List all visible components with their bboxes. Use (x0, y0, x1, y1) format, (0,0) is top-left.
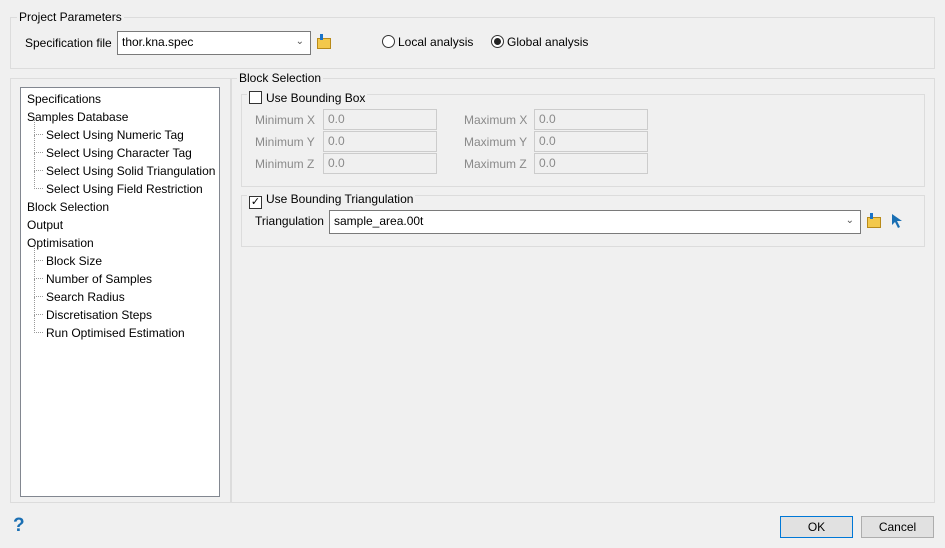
chevron-down-icon: ⌄ (845, 215, 854, 226)
tree-item[interactable]: Select Using Numeric Tag (46, 126, 184, 144)
tree-connector (34, 279, 43, 297)
max-z-input[interactable]: 0.0 (534, 153, 648, 174)
cancel-button[interactable]: Cancel (861, 516, 934, 538)
help-icon[interactable]: ? (13, 515, 25, 537)
tree-connector (34, 315, 43, 333)
tree-item[interactable]: Block Selection (27, 198, 109, 216)
triangulation-combo[interactable]: sample_area.00t ⌄ (329, 210, 861, 234)
browse-folder-icon[interactable] (317, 34, 331, 52)
tree-item[interactable]: Specifications (27, 90, 101, 108)
spec-file-label: Specification file (25, 36, 112, 50)
ok-button[interactable]: OK (780, 516, 853, 538)
chevron-down-icon: ⌄ (295, 36, 304, 47)
max-y-label: Maximum Y (464, 135, 528, 149)
use-bounding-box-label: Use Bounding Box (266, 91, 366, 105)
max-z-label: Maximum Z (464, 157, 527, 171)
min-z-input[interactable]: 0.0 (323, 153, 437, 174)
use-bounding-box-checkbox[interactable]: Use Bounding Box (247, 91, 368, 105)
triangulation-label: Triangulation (255, 214, 324, 228)
tree-item[interactable]: Search Radius (46, 288, 125, 306)
max-x-input[interactable]: 0.0 (534, 109, 648, 130)
tree-item[interactable]: Select Using Field Restriction (46, 180, 203, 198)
min-x-label: Minimum X (255, 113, 316, 127)
use-bounding-triangulation-label: Use Bounding Triangulation (266, 192, 414, 206)
global-analysis-label: Global analysis (507, 35, 589, 49)
tree-connector (34, 171, 43, 189)
tree-connector (34, 117, 43, 135)
max-x-label: Maximum X (464, 113, 528, 127)
local-analysis-label: Local analysis (398, 35, 474, 49)
tree-item[interactable]: Number of Samples (46, 270, 152, 288)
tree-connector (34, 243, 43, 261)
tree-connector (34, 261, 43, 279)
pick-pointer-icon[interactable] (891, 213, 905, 232)
navigation-tree[interactable]: Specifications Samples Database Select Usi… (20, 87, 220, 497)
tree-item[interactable]: Run Optimised Estimation (46, 324, 185, 342)
browse-folder-icon[interactable] (867, 213, 881, 231)
min-y-input[interactable]: 0.0 (323, 131, 437, 152)
tree-item[interactable]: Discretisation Steps (46, 306, 152, 324)
block-selection-legend: Block Selection (237, 71, 324, 85)
tree-item[interactable]: Select Using Solid Triangulation (46, 162, 215, 180)
tree-connector (34, 297, 43, 315)
use-bounding-triangulation-checkbox[interactable]: ✓ Use Bounding Triangulation (247, 192, 416, 209)
spec-file-value: thor.kna.spec (122, 35, 194, 49)
triangulation-value: sample_area.00t (334, 214, 424, 228)
min-z-label: Minimum Z (255, 157, 315, 171)
project-parameters-legend: Project Parameters (17, 10, 124, 24)
tree-item[interactable]: Output (27, 216, 63, 234)
min-x-input[interactable]: 0.0 (323, 109, 437, 130)
spec-file-combo[interactable]: thor.kna.spec ⌄ (117, 31, 311, 55)
local-analysis-radio[interactable]: Local analysis (382, 35, 473, 49)
min-y-label: Minimum Y (255, 135, 315, 149)
global-analysis-radio[interactable]: Global analysis (491, 35, 588, 49)
tree-item[interactable]: Select Using Character Tag (46, 144, 192, 162)
tree-connector (34, 153, 43, 171)
tree-connector (34, 135, 43, 153)
max-y-input[interactable]: 0.0 (534, 131, 648, 152)
tree-item[interactable]: Block Size (46, 252, 102, 270)
